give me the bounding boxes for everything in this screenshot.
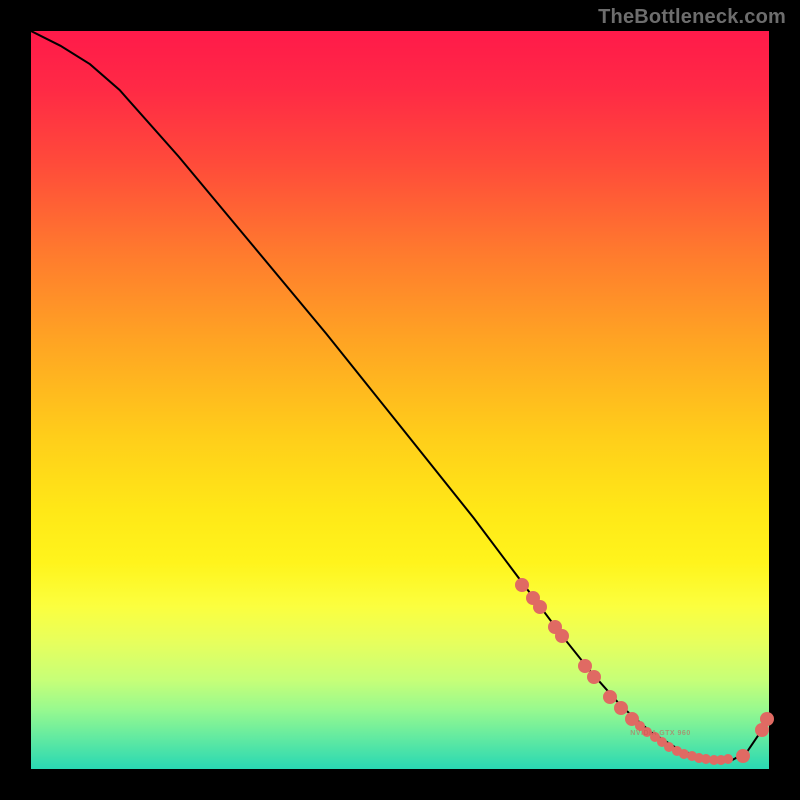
bottleneck-curve [31, 31, 769, 769]
watermark-text: TheBottleneck.com [598, 6, 786, 29]
data-point [515, 578, 529, 592]
data-point [760, 712, 774, 726]
plot-area: NVIDIA GTX 960 [31, 31, 769, 769]
series-label: NVIDIA GTX 960 [630, 730, 690, 737]
data-point [736, 749, 750, 763]
data-point [603, 690, 617, 704]
data-point [533, 600, 547, 614]
chart-frame: TheBottleneck.com NVIDIA GTX 960 [0, 0, 800, 800]
